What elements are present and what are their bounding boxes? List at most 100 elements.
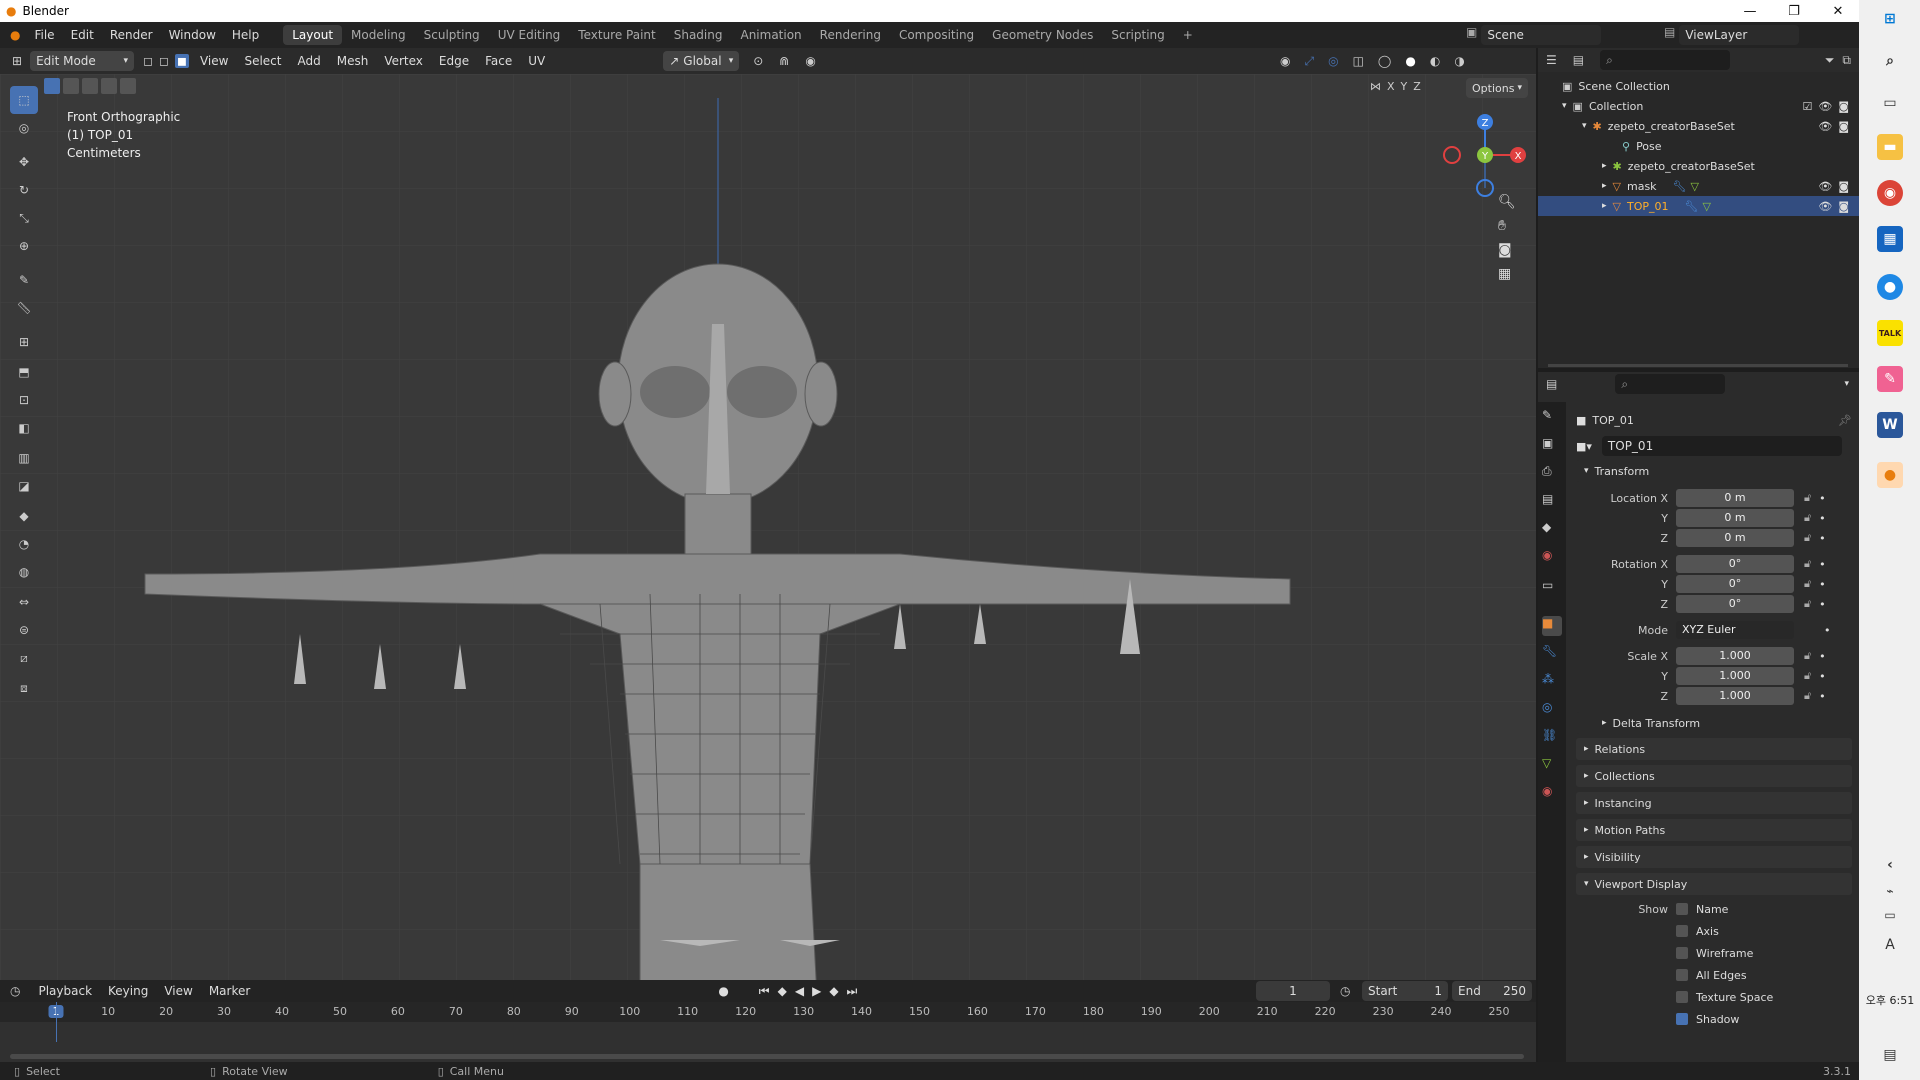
task-view-icon[interactable]: ▭ [1877,90,1903,116]
show-shadow-row[interactable]: Shadow [1576,1009,1852,1029]
viewport-display-panel[interactable]: ▾ Viewport Display [1576,873,1852,895]
network-icon[interactable]: ⌁ [1877,878,1903,904]
relations-panel[interactable]: ▸ Relations [1576,738,1852,760]
menu-face[interactable]: Face [477,54,520,68]
play-icon[interactable]: ▶ [812,984,821,999]
lock-icon[interactable]: 🔓︎ [1804,531,1811,545]
select-intersect-icon[interactable] [120,78,136,94]
object-tab-icon[interactable]: ■ [1542,616,1562,636]
shrink-fatten-tool[interactable]: ⊜ [10,616,38,644]
menu-view[interactable]: View [192,54,236,68]
timeline-editor-icon[interactable]: ◷ [10,984,20,998]
lock-icon[interactable]: 🔓︎ [1804,649,1811,663]
lock-icon[interactable]: 🔓︎ [1804,689,1811,703]
screen-record-icon[interactable]: ● [1877,274,1903,300]
menu-render[interactable]: Render [102,28,161,42]
paint-icon[interactable]: ✎ [1877,366,1903,392]
scale-x-field[interactable]: 1.000 [1676,647,1794,665]
face-select-icon[interactable]: ◼ [175,54,189,68]
world-tab-icon[interactable]: ◉ [1542,548,1562,568]
menu-help[interactable]: Help [224,28,267,42]
modifier-tab-icon[interactable]: 🔧︎ [1542,644,1562,664]
expand-arrow-icon[interactable]: ▸ [1602,201,1607,211]
mesh-data-icon[interactable]: ▽ [1702,200,1710,213]
timeline-track[interactable]: 1102030405060708090100110120130140150160… [0,1002,1536,1062]
move-tool[interactable]: ✥ [10,148,38,176]
mirror-icon[interactable]: ⋈ [1370,80,1381,93]
cursor-tool[interactable]: ◎ [10,114,38,142]
keyframe-dot-icon[interactable]: • [1824,624,1831,637]
show-name-row[interactable]: Show Name [1576,899,1852,919]
playhead[interactable] [56,1002,57,1042]
calculator-icon[interactable]: ▦ [1877,226,1903,252]
show-wireframe-checkbox[interactable] [1676,947,1688,959]
transform-tool[interactable]: ⊕ [10,232,38,260]
restore-button[interactable]: ❐ [1772,0,1816,22]
chevron-down-icon[interactable]: ▾ [1844,379,1849,389]
modifier-wrench-icon[interactable]: 🔧︎ [1685,200,1699,213]
menu-select[interactable]: Select [236,54,289,68]
keyframe-dot-icon[interactable]: • [1819,578,1826,591]
menu-keying[interactable]: Keying [100,984,156,998]
expand-arrow-icon[interactable]: ▸ [1602,161,1607,171]
menu-edge[interactable]: Edge [431,54,477,68]
navigation-gizmo[interactable]: Z Y X [1440,110,1530,200]
display-icon[interactable]: ▭ [1877,902,1903,928]
blender-taskbar-icon[interactable]: ● [1877,462,1903,488]
expand-arrow-icon[interactable]: ▾ [1582,121,1587,131]
tab-animation[interactable]: Animation [731,25,810,45]
physics-tab-icon[interactable]: ◎ [1542,700,1562,720]
lock-icon[interactable]: 🔓︎ [1804,511,1811,525]
expand-arrow-icon[interactable]: ▸ [1602,181,1607,191]
shear-tool[interactable]: ⧄ [10,644,38,672]
solid-shading-icon[interactable]: ● [1405,54,1415,69]
snap-icon[interactable]: ⋒ [779,54,789,68]
proportional-edit-icon[interactable]: ◉ [805,54,815,68]
rip-region-tool[interactable]: ⧈ [10,674,38,702]
render-camera-icon[interactable]: ◙ [1838,100,1849,113]
keyframe-dot-icon[interactable]: • [1819,558,1826,571]
datablock-icon[interactable]: ■▾ [1576,440,1592,453]
show-hidden-icons[interactable]: ‹ [1877,852,1903,878]
tab-modeling[interactable]: Modeling [342,25,415,45]
collection-tab-icon[interactable]: ▭ [1542,578,1562,598]
properties-editor-icon[interactable]: ▤ [1546,377,1557,391]
menu-playback[interactable]: Playback [30,984,100,998]
end-frame-field[interactable]: End 250 [1452,981,1532,1001]
jump-start-icon[interactable]: ⏮ [759,984,770,999]
tool-tab-icon[interactable]: ✎ [1542,408,1562,428]
show-texture-space-checkbox[interactable] [1676,991,1688,1003]
clock[interactable]: 오후 6:51 [1863,992,1917,1008]
file-explorer-icon[interactable]: ▬ [1877,134,1903,160]
datablock-name-field[interactable]: TOP_01 [1601,436,1842,456]
edge-slide-tool[interactable]: ⇔ [10,588,38,616]
material-tab-icon[interactable]: ◉ [1542,784,1562,804]
render-tab-icon[interactable]: ▣ [1542,436,1562,456]
word-icon[interactable]: W [1877,412,1903,438]
tab-layout[interactable]: Layout [283,25,343,45]
spin-tool[interactable]: ◔ [10,530,38,558]
extrude-tool[interactable]: ⬒ [10,358,38,386]
show-all-edges-row[interactable]: All Edges [1576,965,1852,985]
filter-icon[interactable]: ⏷ [1825,53,1835,68]
new-collection-icon[interactable]: ⧉ [1842,53,1851,68]
options-dropdown[interactable]: Options ▾ [1466,78,1528,98]
delta-transform-panel[interactable]: ▸ Delta Transform [1576,712,1852,734]
view-layer-icon[interactable]: ▤ [1664,25,1675,45]
menu-timeline-view[interactable]: View [156,984,200,998]
rendered-shading-icon[interactable]: ◑ [1454,54,1464,69]
lock-icon[interactable]: 🔓︎ [1804,557,1811,571]
tab-texture-paint[interactable]: Texture Paint [569,25,664,45]
annotate-tool[interactable]: ✎ [10,266,38,294]
vertex-select-icon[interactable]: ◻ [143,54,153,68]
material-shading-icon[interactable]: ◐ [1430,54,1440,69]
select-extend-icon[interactable] [63,78,79,94]
visibility-panel[interactable]: ▸ Visibility [1576,846,1852,868]
smooth-tool[interactable]: ◍ [10,558,38,586]
grid-view-icon[interactable]: ▦ [1498,266,1516,282]
outliner-row-armature-data[interactable]: ▸ ✱ zepeto_creatorBaseSet [1538,156,1859,176]
rotate-tool[interactable]: ↻ [10,176,38,204]
lock-icon[interactable]: 🔓︎ [1804,597,1811,611]
poly-build-tool[interactable]: ◆ [10,502,38,530]
rotation-y-field[interactable]: 0° [1676,575,1794,593]
